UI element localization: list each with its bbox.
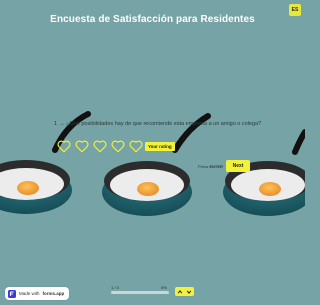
progress-bar [111, 291, 169, 294]
question-number: 1 [54, 121, 58, 127]
rating-heart-2[interactable] [75, 140, 89, 153]
frying-pan-right [223, 129, 305, 216]
question-navigation [175, 287, 194, 296]
rating-heart-3[interactable] [93, 140, 107, 153]
rating-heart-5[interactable] [129, 140, 143, 153]
chevron-up-icon [177, 289, 182, 293]
rating-heart-1[interactable] [57, 140, 71, 153]
made-with-badge[interactable]: Made with forms.app [5, 287, 70, 300]
press-enter-key: ENTER [209, 164, 223, 169]
frying-pan-left [0, 111, 91, 214]
survey-title: Encuesta de Satisfacción para Residentes [50, 14, 255, 25]
rating-heart-4[interactable] [111, 140, 125, 153]
frying-pan-center [102, 113, 211, 216]
question-arrow-icon: → [59, 121, 65, 127]
progress-percent: 0% [161, 285, 167, 290]
badge-prefix: Made with [19, 291, 40, 296]
question-text: ¿Qué posibilidades hay de que recomiende… [66, 121, 262, 127]
badge-brand: forms.app [42, 291, 65, 296]
chevron-down-icon [187, 290, 192, 294]
press-enter-hint: Press ENTER [198, 164, 223, 169]
next-button[interactable]: Next [226, 160, 250, 172]
press-enter-prefix: Press [198, 164, 209, 169]
rating-group [57, 140, 143, 153]
language-selector-button[interactable]: ES [289, 4, 301, 16]
rating-tooltip: Your rating [145, 142, 175, 151]
forms-app-logo-icon [8, 289, 16, 298]
question-text-block: 1 → ¿Qué posibilidades hay de que recomie… [54, 121, 264, 128]
background-illustration [0, 111, 305, 216]
previous-question-button[interactable] [175, 287, 185, 296]
next-question-button[interactable] [185, 287, 195, 296]
progress-label: 1 / 3 [111, 285, 119, 290]
